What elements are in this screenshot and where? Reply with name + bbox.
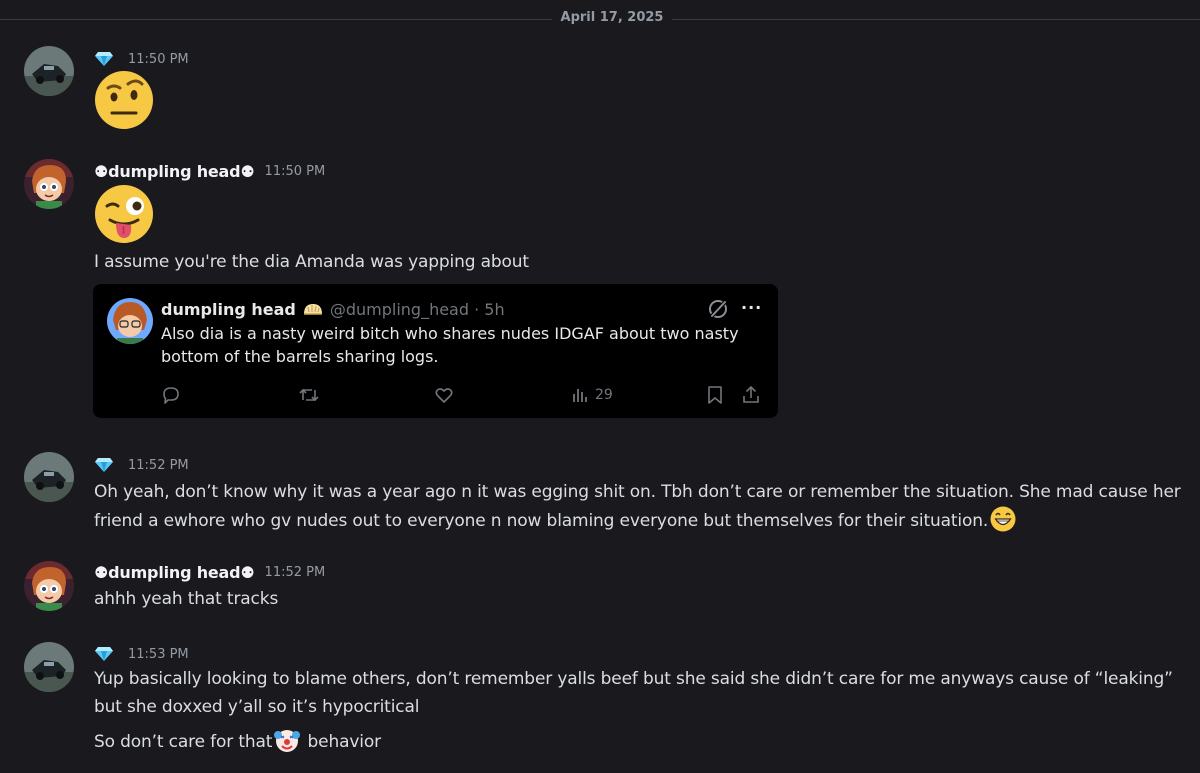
message-timestamp: 11:52 PM xyxy=(264,564,326,580)
divider-line xyxy=(672,19,1200,20)
avatar-user-gem[interactable] xyxy=(24,452,74,502)
reply-icon xyxy=(163,387,179,404)
grok-icon[interactable] xyxy=(707,298,729,320)
divider-line xyxy=(0,19,552,20)
message-header: 11:52 PM xyxy=(94,454,189,476)
winking-face-with-tongue-icon xyxy=(95,185,153,243)
message-text: ahhh yeah that tracks xyxy=(94,589,279,609)
message-text: behavior xyxy=(302,732,382,752)
bookmark-icon xyxy=(708,386,722,404)
username[interactable]: ⚉dumpling head⚉ xyxy=(94,162,255,181)
repost-button[interactable] xyxy=(298,384,320,406)
views-chart-icon xyxy=(573,389,587,402)
repost-icon xyxy=(299,388,319,402)
message-text: but she doxxed y’all so it’s hypocritica… xyxy=(94,697,420,717)
tweet-header: dumpling head @dumpling_head · 5h xyxy=(161,298,505,320)
message-timestamp: 11:50 PM xyxy=(264,163,326,179)
date-divider: April 17, 2025 xyxy=(0,0,1200,36)
message-header: 11:53 PM xyxy=(94,643,189,665)
message-text: friend a ewhore who gv nudes out to ever… xyxy=(94,511,989,531)
avatar-user-gem[interactable] xyxy=(24,46,74,96)
message-header: ⚉dumpling head⚉ 11:50 PM xyxy=(94,160,325,182)
message-text-line: So don’t care for that behavior xyxy=(94,727,381,756)
chat-view: April 17, 2025 11:50 PM ⚉dumpling head⚉ … xyxy=(0,0,1200,773)
gem-icon xyxy=(95,52,113,66)
clown-face-icon xyxy=(274,730,301,752)
message-text-line: friend a ewhore who gv nudes out to ever… xyxy=(94,506,1018,535)
gem-icon xyxy=(95,458,113,472)
dumpling-emoji-icon xyxy=(303,304,322,315)
message-text: I assume you're the dia Amanda was yappi… xyxy=(94,252,529,272)
message-timestamp: 11:52 PM xyxy=(128,457,189,473)
message-header: 11:50 PM xyxy=(94,48,189,70)
message-timestamp: 11:50 PM xyxy=(128,51,189,67)
message-text: Oh yeah, don’t know why it was a year ag… xyxy=(94,482,1181,502)
views-count: 29 xyxy=(595,387,613,403)
tweet-handle-time[interactable]: @dumpling_head · 5h xyxy=(330,300,505,319)
grinning-face-icon xyxy=(990,506,1016,532)
views-button[interactable]: 29 xyxy=(571,384,613,406)
date-label: April 17, 2025 xyxy=(560,10,664,25)
heart-icon xyxy=(435,388,453,403)
tweet-embed[interactable]: dumpling head @dumpling_head · 5h ··· Al… xyxy=(93,284,778,418)
message-header: ⚉dumpling head⚉ 11:52 PM xyxy=(94,561,325,583)
bookmark-button[interactable] xyxy=(706,384,724,406)
more-options-icon[interactable]: ··· xyxy=(741,297,763,319)
share-icon xyxy=(743,385,759,403)
face-with-raised-eyebrow-icon xyxy=(95,71,153,129)
avatar-user-gem[interactable] xyxy=(24,642,74,692)
like-button[interactable] xyxy=(434,384,454,406)
message-timestamp: 11:53 PM xyxy=(128,646,189,662)
share-button[interactable] xyxy=(741,384,761,406)
message-text: Yup basically looking to blame others, d… xyxy=(94,669,1173,689)
tweet-author-name[interactable]: dumpling head xyxy=(161,300,296,319)
message-text: So don’t care for that xyxy=(94,732,273,752)
reply-button[interactable] xyxy=(161,384,181,406)
tweet-avatar[interactable] xyxy=(107,298,153,344)
avatar-dumpling-head[interactable] xyxy=(24,159,74,209)
avatar-dumpling-head[interactable] xyxy=(24,561,74,611)
username[interactable]: ⚉dumpling head⚉ xyxy=(94,563,255,582)
gem-icon xyxy=(95,647,113,661)
tweet-body: Also dia is a nasty weird bitch who shar… xyxy=(161,324,739,366)
